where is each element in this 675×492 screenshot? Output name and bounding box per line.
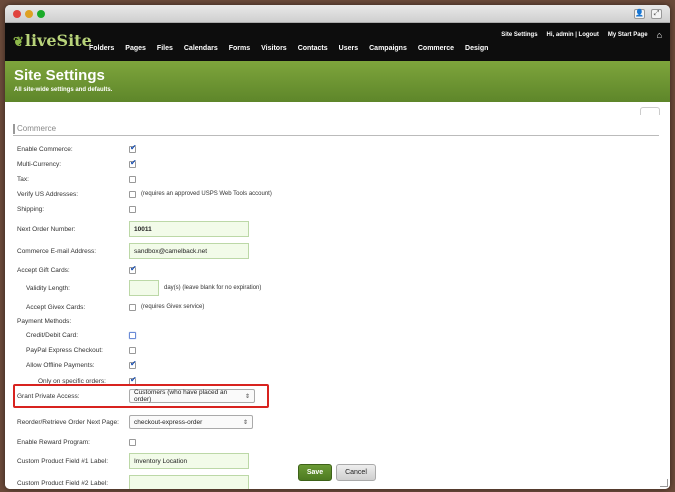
- commerce-email-input[interactable]: sandbox@camelback.net: [129, 243, 249, 259]
- page-subtitle: All site-wide settings and defaults.: [14, 87, 113, 93]
- shipping-checkbox[interactable]: [129, 205, 136, 213]
- label: Validity Length:: [26, 284, 70, 292]
- next-order-input[interactable]: 10011: [129, 221, 249, 237]
- label: Payment Methods:: [17, 317, 72, 325]
- enable-commerce-checkbox[interactable]: [129, 143, 137, 153]
- my-start-page-link[interactable]: My Start Page: [608, 32, 648, 38]
- row-givex: Accept Givex Cards: (requires Givex serv…: [17, 300, 417, 314]
- user-icon[interactable]: 👤: [634, 9, 645, 19]
- label: Tax:: [17, 175, 29, 183]
- fullscreen-icon[interactable]: ⤢: [651, 9, 662, 19]
- label: Accept Gift Cards:: [17, 266, 70, 274]
- save-button[interactable]: Save: [298, 464, 332, 481]
- label: Allow Offline Payments:: [26, 361, 95, 369]
- select-arrows-icon: ⇕: [242, 419, 248, 426]
- hint: (requires an approved USPS Web Tools acc…: [141, 191, 272, 197]
- nav-commerce[interactable]: Commerce: [418, 45, 454, 52]
- home-icon[interactable]: ⌂: [657, 30, 662, 40]
- reward-checkbox[interactable]: [129, 438, 136, 446]
- row-enable-commerce: Enable Commerce:: [17, 142, 317, 156]
- label: Custom Product Field #1 Label:: [17, 457, 109, 465]
- custom-field-1-input[interactable]: Inventory Location: [129, 453, 249, 469]
- multi-currency-checkbox[interactable]: [129, 158, 137, 168]
- select-value: Customers (who have placed an order): [134, 389, 228, 403]
- label: Shipping:: [17, 205, 45, 213]
- label: Grant Private Access:: [17, 392, 80, 400]
- nav-visitors[interactable]: Visitors: [261, 45, 287, 52]
- minimize-icon[interactable]: [25, 10, 33, 18]
- nav-calendars[interactable]: Calendars: [184, 45, 218, 52]
- nav-campaigns[interactable]: Campaigns: [369, 45, 407, 52]
- nav-pages[interactable]: Pages: [125, 45, 146, 52]
- label: Credit/Debit Card:: [26, 331, 79, 339]
- row-custom2: Custom Product Field #2 Label:: [17, 474, 317, 489]
- nav-design[interactable]: Design: [465, 45, 488, 52]
- row-offline: Allow Offline Payments:: [17, 358, 317, 372]
- main-nav: Folders Pages Files Calendars Forms Visi…: [89, 45, 488, 52]
- zoom-icon[interactable]: [37, 10, 45, 18]
- label: Custom Product Field #2 Label:: [17, 479, 109, 487]
- hint: day(s) (leave blank for no expiration): [164, 285, 262, 291]
- browser-window: 👤 ⤢ ❦liveSite Site Settings Hi, admin | …: [5, 5, 670, 489]
- label: Accept Givex Cards:: [26, 303, 86, 311]
- paypal-checkbox[interactable]: [129, 346, 136, 354]
- row-next-order: Next Order Number: 10011: [17, 220, 317, 238]
- tax-checkbox[interactable]: [129, 175, 136, 183]
- nav-users[interactable]: Users: [339, 45, 358, 52]
- row-validity: Validity Length: day(s) (leave blank for…: [17, 279, 417, 297]
- row-multi-currency: Multi-Currency:: [17, 157, 317, 171]
- title-bar: 👤 ⤢: [5, 5, 670, 23]
- label: Verify US Addresses:: [17, 190, 79, 198]
- row-commerce-email: Commerce E-mail Address: sandbox@camelba…: [17, 242, 317, 260]
- page-title: Site Settings: [14, 67, 105, 84]
- nav-folders[interactable]: Folders: [89, 45, 114, 52]
- settings-form: Commerce Enable Commerce: Multi-Currency…: [5, 102, 670, 489]
- label: Multi-Currency:: [17, 160, 62, 168]
- row-payment-methods: Payment Methods:: [17, 314, 317, 328]
- label: Enable Commerce:: [17, 145, 73, 153]
- site-settings-link[interactable]: Site Settings: [501, 32, 537, 38]
- row-grant-private: Grant Private Access: Customers (who hav…: [17, 389, 277, 403]
- tab-stub[interactable]: [640, 107, 660, 115]
- row-reward: Enable Reward Program:: [17, 435, 317, 449]
- row-custom1: Custom Product Field #1 Label: Inventory…: [17, 452, 317, 470]
- logo[interactable]: ❦liveSite: [13, 31, 92, 50]
- givex-checkbox[interactable]: [129, 303, 136, 311]
- hint: (requires Givex service): [141, 304, 205, 310]
- offline-payments-checkbox[interactable]: [129, 359, 137, 369]
- leaf-icon: ❦: [13, 35, 24, 50]
- section-title: Commerce: [13, 124, 659, 136]
- nav-forms[interactable]: Forms: [229, 45, 250, 52]
- row-shipping: Shipping:: [17, 202, 317, 216]
- close-icon[interactable]: [13, 10, 21, 18]
- reorder-page-select[interactable]: checkout-express-order ⇕: [129, 415, 253, 429]
- row-reorder-page: Reorder/Retrieve Order Next Page: checko…: [17, 415, 277, 429]
- credit-card-checkbox[interactable]: [129, 331, 136, 339]
- account-links[interactable]: Hi, admin | Logout: [547, 32, 599, 38]
- row-verify-us: Verify US Addresses: (requires an approv…: [17, 187, 417, 201]
- label: Enable Reward Program:: [17, 438, 90, 446]
- validity-input[interactable]: [129, 280, 159, 296]
- grant-private-select[interactable]: Customers (who have placed an order) ⇕: [129, 389, 255, 403]
- gift-cards-checkbox[interactable]: [129, 264, 137, 274]
- resize-handle[interactable]: [660, 479, 668, 487]
- select-value: checkout-express-order: [134, 418, 203, 426]
- row-credit-card: Credit/Debit Card:: [17, 328, 317, 342]
- label: PayPal Express Checkout:: [26, 346, 103, 354]
- top-bar: ❦liveSite Site Settings Hi, admin | Logo…: [5, 23, 670, 61]
- label: Reorder/Retrieve Order Next Page:: [17, 418, 119, 426]
- row-gift-cards: Accept Gift Cards:: [17, 263, 317, 277]
- label: Next Order Number:: [17, 225, 76, 233]
- verify-us-checkbox[interactable]: [129, 190, 136, 198]
- nav-files[interactable]: Files: [157, 45, 173, 52]
- nav-contacts[interactable]: Contacts: [298, 45, 328, 52]
- label: Commerce E-mail Address:: [17, 247, 97, 255]
- custom-field-2-input[interactable]: [129, 475, 249, 489]
- select-arrows-icon: ⇕: [244, 393, 250, 400]
- page-header: Site Settings All site-wide settings and…: [5, 61, 670, 102]
- row-tax: Tax:: [17, 172, 317, 186]
- row-paypal: PayPal Express Checkout:: [17, 343, 317, 357]
- cancel-button[interactable]: Cancel: [336, 464, 376, 481]
